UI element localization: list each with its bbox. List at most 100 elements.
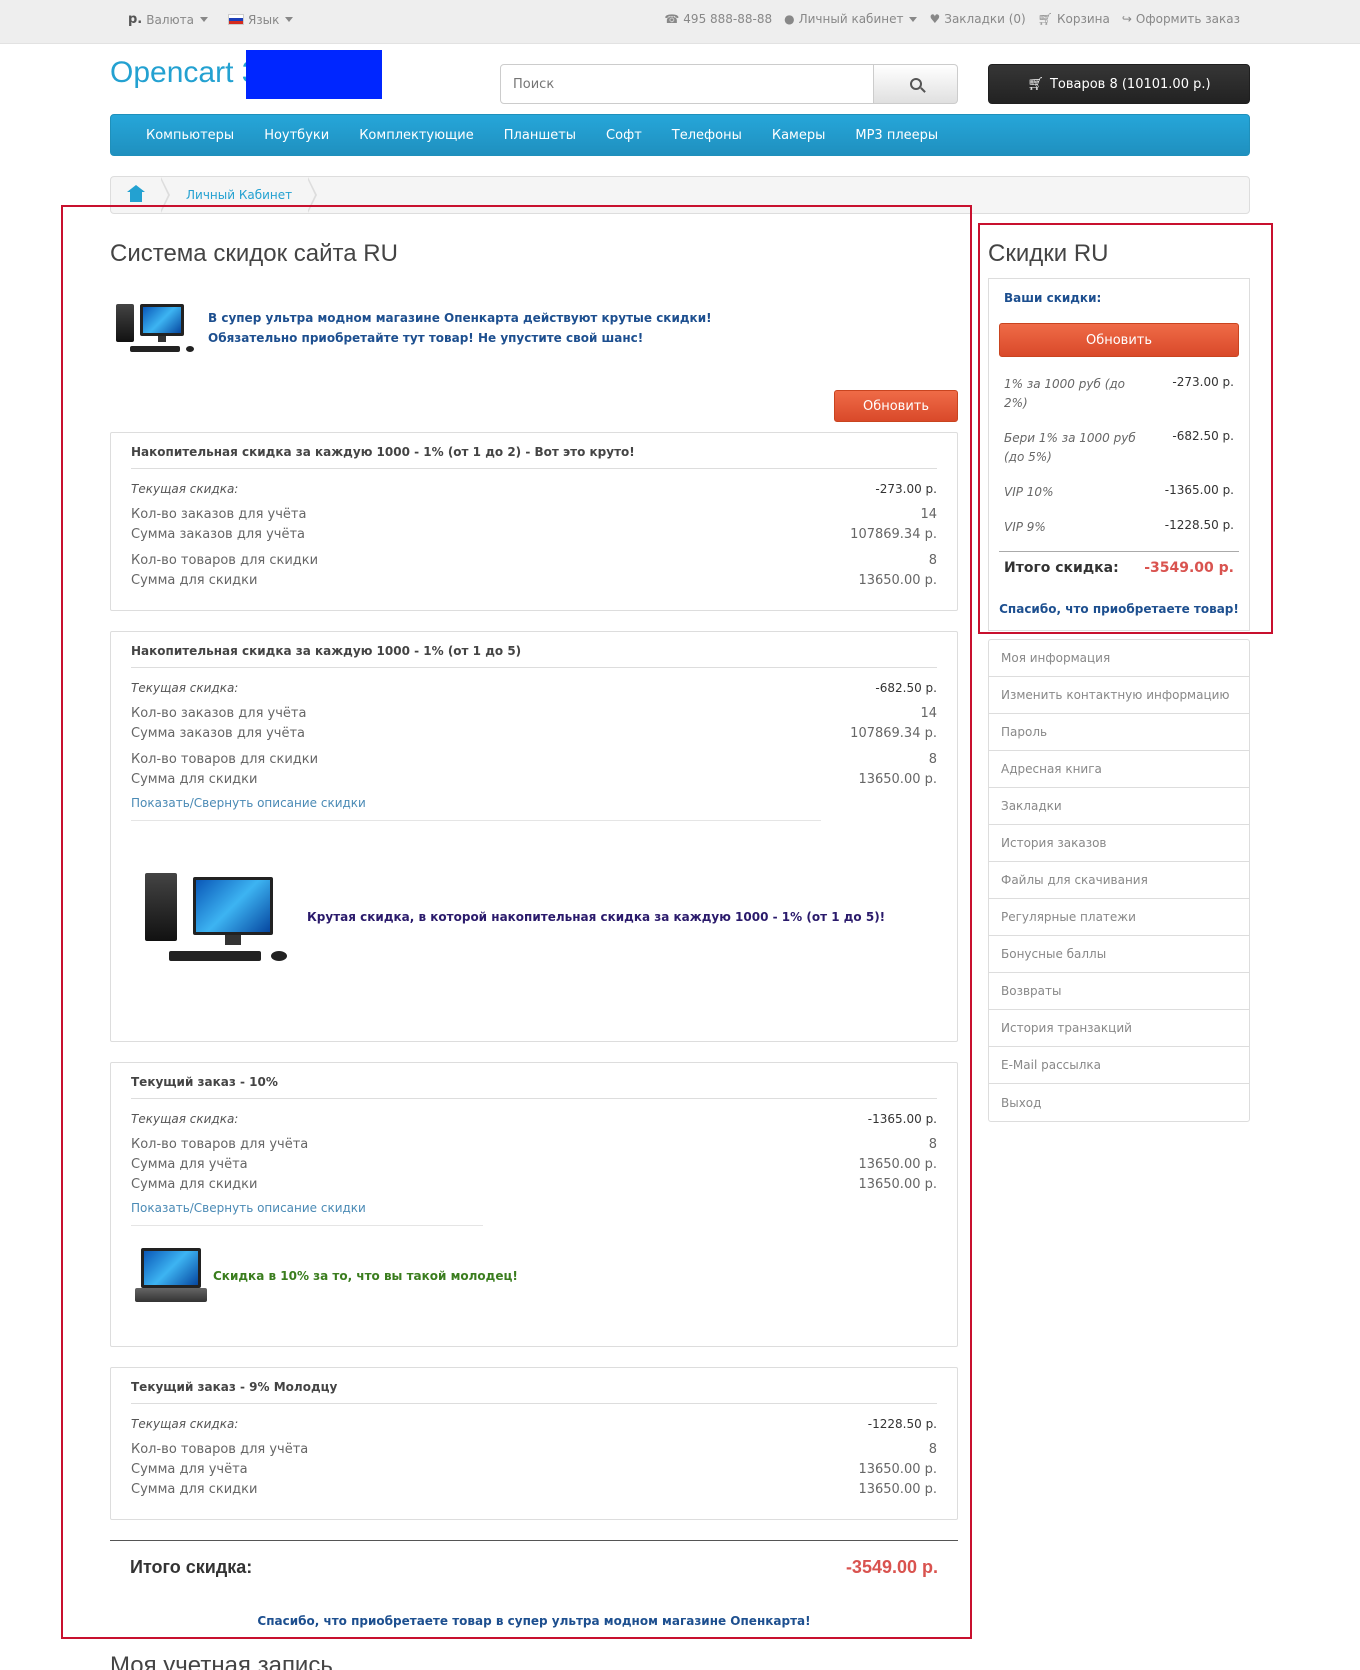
discount-item: 1% за 1000 руб (до 2%) -273.00 р.: [999, 375, 1239, 413]
account-link-logout[interactable]: Выход: [989, 1084, 1249, 1121]
cart-icon: 🛒︎: [1027, 76, 1044, 92]
menu-item-components[interactable]: Комплектующие: [344, 128, 489, 143]
discount-name: VIP 10%: [1004, 485, 1054, 499]
account-link-returns[interactable]: Возвраты: [989, 973, 1249, 1010]
stat-row: Кол-во заказов для учёта 14: [131, 704, 937, 724]
page-title: Система скидок сайта RU: [110, 240, 398, 267]
stat-value: 14: [920, 507, 937, 522]
stat-label: Сумма заказов для учёта: [131, 527, 306, 542]
toggle-description-link[interactable]: Показать/Свернуть описание скидки: [131, 796, 821, 821]
account-heading: Моя учетная запись: [110, 1652, 333, 1670]
caret-down-icon: [199, 17, 208, 22]
intro-line-2: Обязательно приобретайте тут товар! Не у…: [208, 331, 644, 345]
stat-label: Кол-во товаров для скидки: [131, 553, 319, 568]
stat-value: 14: [920, 706, 937, 721]
account-link-downloads[interactable]: Файлы для скачивания: [989, 862, 1249, 899]
laptop-image: [135, 1246, 207, 1306]
top-bar: р. Валюта Язык ☎ 495 888-88-88 ● Личный …: [0, 0, 1360, 44]
current-discount-row: Текущая скидка: -682.50 р.: [131, 678, 937, 698]
discount-panel: Накопительная скидка за каждую 1000 - 1%…: [110, 631, 958, 1042]
stat-label: Сумма для скидки: [131, 573, 258, 588]
sidebar-thanks: Спасибо, что приобретаете товар!: [999, 602, 1239, 616]
menu-item-cameras[interactable]: Камеры: [757, 128, 841, 143]
discount-name: VIP 9%: [1004, 520, 1046, 534]
search-bar: [500, 64, 958, 104]
account-label: Личный кабинет: [798, 12, 904, 26]
checkout-link[interactable]: ↪ Оформить заказ: [1122, 12, 1240, 26]
discount-panel: Текущий заказ - 9% Молодцу Текущая скидк…: [110, 1367, 958, 1520]
stat-value: 107869.34 р.: [850, 527, 937, 542]
breadcrumb-home[interactable]: [111, 177, 161, 213]
menu-item-tablets[interactable]: Планшеты: [489, 128, 591, 143]
current-discount-label: Текущая скидка:: [131, 1417, 239, 1431]
intro-block: В супер ультра модном магазине Опенкарта…: [110, 302, 958, 354]
stat-value: 107869.34 р.: [850, 726, 937, 741]
logo[interactable]: Opencart 3: [110, 56, 258, 90]
stat-row: Сумма для скидки 13650.00 р.: [131, 770, 937, 790]
wishlist-label: Закладки (0): [944, 12, 1026, 26]
search-button[interactable]: [874, 64, 958, 104]
account-link-password[interactable]: Пароль: [989, 714, 1249, 751]
stat-row: Сумма для учёта 13650.00 р.: [131, 1460, 937, 1480]
heart-icon: ♥: [929, 12, 941, 26]
current-discount-value: -1228.50 р.: [867, 1417, 937, 1431]
stat-row: Сумма для учёта 13650.00 р.: [131, 1155, 937, 1175]
discount-description: Крутая скидка, в которой накопительная с…: [131, 871, 937, 963]
account-link-newsletter[interactable]: E-Mail рассылка: [989, 1047, 1249, 1084]
total-discount-row: Итого скидка: -3549.00 р.: [110, 1540, 958, 1584]
discount-name: 1% за 1000 руб (до 2%): [1004, 377, 1126, 410]
sidebar-total-label: Итого скидка:: [1004, 560, 1119, 576]
discount-name: Бери 1% за 1000 руб (до 5%): [1004, 431, 1136, 464]
language-dropdown[interactable]: Язык: [227, 12, 294, 27]
stat-row: Кол-во товаров для скидки 8: [131, 750, 937, 770]
user-icon: ●: [784, 12, 795, 26]
wishlist-link[interactable]: ♥ Закладки (0): [929, 12, 1025, 26]
language-label: Язык: [247, 12, 280, 27]
phone-link[interactable]: ☎ 495 888-88-88: [664, 12, 772, 26]
current-discount-row: Текущая скидка: -1228.50 р.: [131, 1414, 937, 1434]
account-link-reward-points[interactable]: Бонусные баллы: [989, 936, 1249, 973]
toggle-description-link[interactable]: Показать/Свернуть описание скидки: [131, 1201, 483, 1226]
refresh-button[interactable]: Обновить: [834, 390, 958, 422]
stat-row: Кол-во заказов для учёта 14: [131, 505, 937, 525]
stat-label: Кол-во товаров для учёта: [131, 1137, 309, 1152]
discount-item: VIP 10% -1365.00 р.: [999, 483, 1239, 502]
account-link-transactions[interactable]: История транзакций: [989, 1010, 1249, 1047]
current-discount-value: -682.50 р.: [875, 681, 937, 695]
your-discounts-label: Ваши скидки:: [1004, 291, 1102, 305]
account-link-my-info[interactable]: Моя информация: [989, 640, 1249, 677]
sidebar-refresh-button[interactable]: Обновить: [999, 323, 1239, 357]
cart-button[interactable]: 🛒︎ Товаров 8 (10101.00 р.): [988, 64, 1250, 104]
stat-value: 13650.00 р.: [858, 1482, 937, 1497]
menu-item-laptops[interactable]: Ноутбуки: [249, 128, 344, 143]
stat-label: Сумма для скидки: [131, 1482, 258, 1497]
discount-value: -1228.50 р.: [1164, 518, 1234, 532]
home-icon: [127, 185, 145, 202]
stat-row: Сумма для скидки 13650.00 р.: [131, 571, 937, 591]
account-link-recurring[interactable]: Регулярные платежи: [989, 899, 1249, 936]
search-input[interactable]: [500, 64, 874, 104]
breadcrumb-account-link[interactable]: Личный Кабинет: [170, 188, 308, 202]
checkout-label: Оформить заказ: [1135, 12, 1240, 26]
account-link-edit-contact[interactable]: Изменить контактную информацию: [989, 677, 1249, 714]
currency-dropdown[interactable]: р. Валюта: [128, 12, 208, 27]
total-discount-value: -3549.00 р.: [845, 1557, 938, 1577]
account-dropdown[interactable]: ● Личный кабинет: [784, 12, 918, 26]
account-link-order-history[interactable]: История заказов: [989, 825, 1249, 862]
menu-item-mp3[interactable]: MP3 плееры: [840, 128, 953, 143]
stat-value: 13650.00 р.: [858, 573, 937, 588]
account-link-wishlist[interactable]: Закладки: [989, 788, 1249, 825]
discount-item: VIP 9% -1228.50 р.: [999, 518, 1239, 537]
menu-item-computers[interactable]: Компьютеры: [131, 128, 249, 143]
account-link-address-book[interactable]: Адресная книга: [989, 751, 1249, 788]
menu-item-phones[interactable]: Телефоны: [657, 128, 757, 143]
cart-link[interactable]: 🛒︎ Корзина: [1038, 12, 1110, 26]
stat-row: Сумма для скидки 13650.00 р.: [131, 1480, 937, 1500]
discount-panel: Накопительная скидка за каждую 1000 - 1%…: [110, 432, 958, 611]
intro-line-1: В супер ультра модном магазине Опенкарта…: [208, 311, 712, 325]
stat-label: Сумма для скидки: [131, 1177, 258, 1192]
stat-row: Сумма для скидки 13650.00 р.: [131, 1175, 937, 1195]
current-discount-value: -1365.00 р.: [867, 1112, 937, 1126]
menu-item-software[interactable]: Софт: [591, 128, 657, 143]
cart-label: Корзина: [1056, 12, 1110, 26]
